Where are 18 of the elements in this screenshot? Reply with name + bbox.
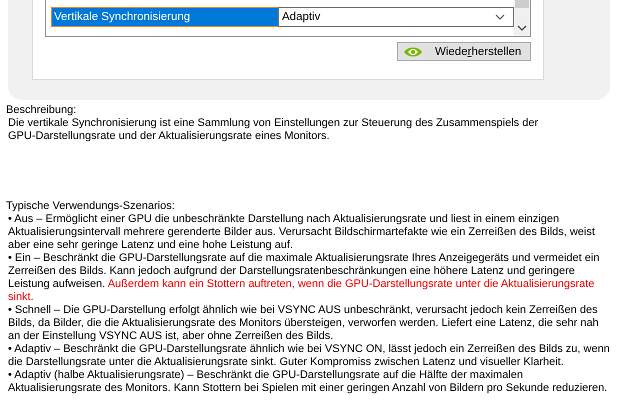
description-text: Die vertikale Synchronisierung ist eine Sammlung von Einstellungen zur Steuerung des Zusammenspiels der GPU-Darstellungsrate und der Aktualisierungsrate eines Monitors. [7,117,540,143]
scenario-text: • Schnell – Die GPU-Darstellung erfolgt ähnlich wie bei VSYNC AUS unbeschränkt, verursacht jedoch kein Zerreißen des Bilds, da Bilder, die die Aktualisierungsrate des Monitors übersteigen, verworfen werden. Liefert eine Latenz, die sehr nah an der Einstellung VSYNC AUS ist, aber ohne Zerreißen des Bilds. [7,304,600,343]
scenario-text: • Adaptiv (halbe Aktualisierungsrate) – Beschränkt die GPU-Darstellungsrate auf die Hälfte der maximalen Aktualisierungsrate des Monitors. Kann Stottern bei Spielen mit einer geringen Anzahl von Bildern pro Sekunde reduzieren. [7,369,608,395]
scenario-text: • Aus – Ermöglicht einer GPU die unbeschränkte Darstellung nach Aktualisierungsrate und liest in einem einzigen Aktualisierungsintervall mehrere gerenderte Bilder aus. Verursacht Bildschirmartefakte wie ein Zerreißen des Bilds, weist aber eine sehr geringe Latenz und eine hohe Leistung auf. [7,213,596,252]
setting-label: Vertikale Synchronisierung [52,8,278,26]
setting-dropdown[interactable]: Adaptiv [278,7,514,27]
dropdown-value: Adaptiv [282,11,320,23]
scroll-down-icon[interactable] [517,25,527,31]
scenario-text: • Ein – Beschränkt die GPU-Darstellungsrate auf die maximale Aktualisierungsrate Ihres Anzeigegeräts und vermeidet ein Zerreißen des Bilds. Kann jedoch aufgrund der Darstellungsratenbeschränkungen eine höhere Latenz und geringere Leistung aufweisen. Außerdem kann ein Stottern auftreten, wenn die GPU-Darstellungsrate unter die Aktualisierungsrate sinkt. [7,252,600,304]
chevron-down-icon [495,14,505,20]
restore-button[interactable]: Wiederherstellen [397,42,531,61]
scrollbar[interactable] [514,0,530,36]
scenario-text: • Adaptiv – Beschränkt die GPU-Darstellungsrate ähnlich wie bei VSYNC ON, lässt jedoch ein Zerreißen des Bilds zu, wenn die Darstellungsrate unter die Aktualisierungsrate sinkt. Guter Kompromiss zwischen Latenz und visueller Klarheit. [7,343,611,369]
eye-logo-icon [403,46,423,58]
setting-row[interactable]: Vertikale Synchronisierung Adaptiv [51,7,514,27]
scenarios-heading: Typische Verwendungs-Szenarios: [6,200,176,213]
scrollbar-thumb[interactable] [515,0,529,8]
description-heading: Beschreibung: [6,104,78,117]
